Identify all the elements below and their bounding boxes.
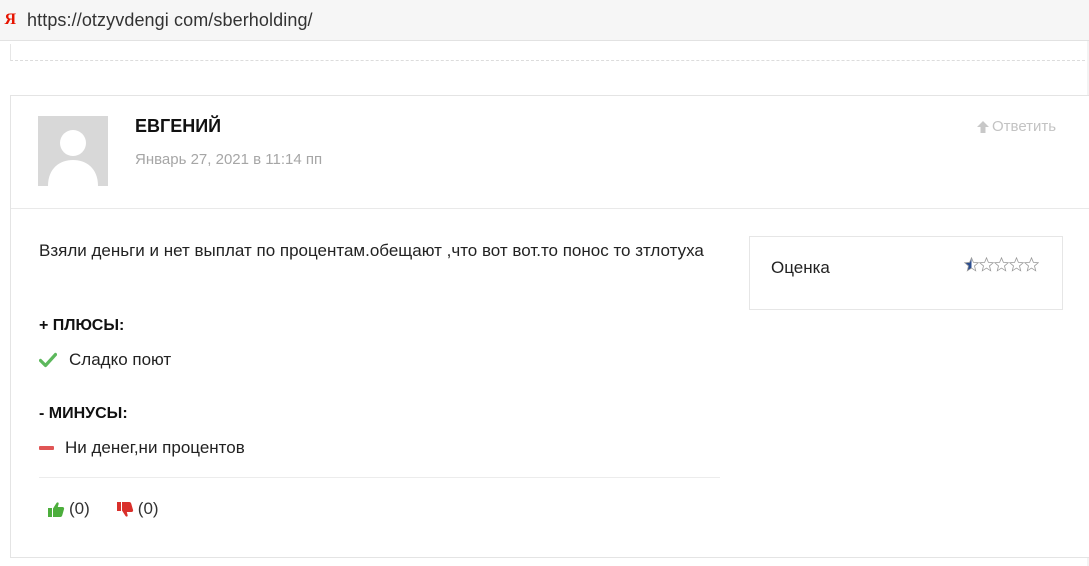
url-field[interactable]: https://otzyvdengi com/sberholding/ xyxy=(27,9,313,31)
star-icon xyxy=(994,257,1009,272)
thumbs-up-icon xyxy=(48,501,65,517)
check-icon xyxy=(39,352,57,368)
divider xyxy=(39,477,720,478)
reply-button[interactable]: Ответить xyxy=(976,118,1056,135)
pros-item: Сладко поют xyxy=(39,350,171,370)
dislike-count: (0) xyxy=(137,499,159,518)
review-date: Январь 27, 2021 в 11:14 пп xyxy=(135,151,323,168)
yandex-favicon: Я xyxy=(4,11,16,28)
review-card: ЕВГЕНИЙ Январь 27, 2021 в 11:14 пп Ответ… xyxy=(10,95,1089,558)
star-icon xyxy=(1009,257,1024,272)
like-count: (0) xyxy=(69,499,90,518)
review-text: Взяли деньги и нет выплат по процентам.о… xyxy=(39,241,704,260)
rating-box: Оценка xyxy=(749,236,1063,310)
like-button[interactable]: (0) xyxy=(47,499,90,519)
minus-icon xyxy=(39,446,54,450)
pros-heading: + ПЛЮСЫ: xyxy=(39,317,125,334)
thumbs-down-icon xyxy=(116,501,133,517)
cons-item: Ни денег,ни процентов xyxy=(39,438,245,458)
avatar xyxy=(38,116,108,186)
star-icon xyxy=(964,257,979,272)
user-placeholder-icon xyxy=(38,116,108,186)
pros-item-text: Сладко поют xyxy=(69,350,172,369)
reply-label: Ответить xyxy=(992,118,1057,135)
arrow-up-icon xyxy=(977,120,989,133)
review-author: ЕВГЕНИЙ xyxy=(135,116,222,136)
star-icon xyxy=(1024,257,1039,272)
dislike-button[interactable]: (0) xyxy=(116,499,159,519)
rating-stars xyxy=(964,257,1039,272)
vote-bar: (0) (0) xyxy=(47,499,185,519)
review-header: ЕВГЕНИЙ Январь 27, 2021 в 11:14 пп Ответ… xyxy=(11,96,1089,209)
cons-item-text: Ни денег,ни процентов xyxy=(65,438,245,457)
cons-heading: - МИНУСЫ: xyxy=(39,405,128,422)
star-icon xyxy=(979,257,994,272)
previous-section-edge xyxy=(10,44,1089,61)
browser-address-bar: Я https://otzyvdengi com/sberholding/ xyxy=(0,0,1089,41)
rating-label: Оценка xyxy=(771,258,830,277)
